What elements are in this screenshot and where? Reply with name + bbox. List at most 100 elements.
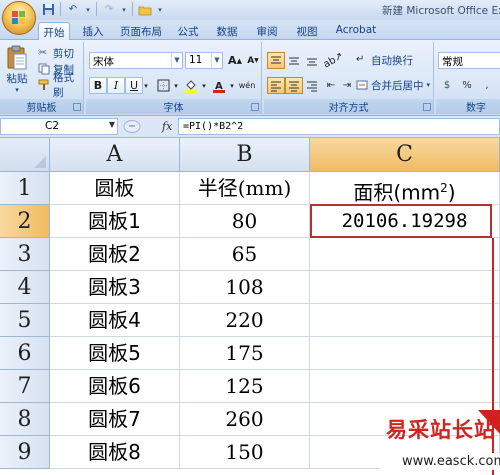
align-middle-button[interactable] xyxy=(285,52,303,69)
row-header-8[interactable]: 8 xyxy=(0,403,50,436)
grow-font-button[interactable]: A ▲ xyxy=(226,52,244,69)
clipboard-launcher-icon[interactable] xyxy=(73,103,81,111)
redo-dropdown-icon[interactable]: ▾ xyxy=(120,2,128,17)
format-painter-button[interactable]: 格式刷 xyxy=(38,72,83,99)
font-launcher-icon[interactable] xyxy=(251,103,259,111)
cut-button[interactable]: ✂ 剪切 xyxy=(38,46,74,60)
align-bottom-button[interactable] xyxy=(303,52,321,69)
undo-icon[interactable]: ↶ xyxy=(65,2,81,17)
cell-c6[interactable] xyxy=(310,337,500,370)
row-header-9[interactable]: 9 xyxy=(0,436,50,469)
font-name-select[interactable]: 宋体 ▼ xyxy=(89,52,183,69)
row-header-3[interactable]: 3 xyxy=(0,238,50,271)
redo-icon[interactable]: ↷ xyxy=(101,2,117,17)
underline-dropdown-icon[interactable]: ▾ xyxy=(142,77,150,94)
cell-b2[interactable]: 80 xyxy=(180,205,310,238)
cell-b1[interactable]: 半径(mm) xyxy=(180,172,310,205)
percent-style-button[interactable]: % xyxy=(458,77,476,94)
orientation-button[interactable]: ab↗ xyxy=(321,51,345,71)
cell-c1[interactable]: 面积(mm2) xyxy=(310,172,500,205)
tab-insert[interactable]: 插入 xyxy=(78,22,108,40)
cell-a6[interactable]: 圆板5 xyxy=(50,337,180,370)
tab-page-layout[interactable]: 页面布局 xyxy=(116,22,166,40)
align-center-button[interactable] xyxy=(285,77,303,94)
font-color-icon: A xyxy=(213,81,225,93)
title-bar: ↶ ▾ ↷ ▾ ▾ 新建 Microsoft Office Ex xyxy=(0,0,500,35)
office-button[interactable] xyxy=(2,1,36,35)
cell-b6[interactable]: 175 xyxy=(180,337,310,370)
phonetic-button[interactable]: wén xyxy=(238,77,256,94)
customize-qat-icon[interactable]: ▾ xyxy=(156,2,164,17)
font-size-select[interactable]: 11 ▼ xyxy=(185,52,223,69)
cell-a4[interactable]: 圆板3 xyxy=(50,271,180,304)
cell-b8[interactable]: 260 xyxy=(180,403,310,436)
row-header-7[interactable]: 7 xyxy=(0,370,50,403)
name-box[interactable]: C2 ▼ xyxy=(0,118,118,135)
accounting-format-button[interactable]: $ xyxy=(438,77,456,94)
font-color-dropdown-icon[interactable]: ▾ xyxy=(228,77,236,94)
insert-function-button[interactable]: fx xyxy=(162,120,172,133)
italic-button[interactable]: I xyxy=(107,77,125,94)
cell-b7[interactable]: 125 xyxy=(180,370,310,403)
bold-button[interactable]: B xyxy=(89,77,107,94)
cell-c3[interactable] xyxy=(310,238,500,271)
row-header-4[interactable]: 4 xyxy=(0,271,50,304)
wrap-text-button[interactable]: ↵ 自动换行 xyxy=(356,53,413,67)
fill-bucket-icon xyxy=(185,79,197,93)
cell-a5[interactable]: 圆板4 xyxy=(50,304,180,337)
column-header-b[interactable]: B xyxy=(180,138,310,172)
align-right-button[interactable] xyxy=(303,77,321,94)
cell-c5[interactable] xyxy=(310,304,500,337)
cell-c2[interactable]: 20106.19298 xyxy=(310,205,500,238)
cell-a9[interactable]: 圆板8 xyxy=(50,436,180,469)
cell-c7[interactable] xyxy=(310,370,500,403)
column-header-a[interactable]: A xyxy=(50,138,180,172)
cell-b3[interactable]: 65 xyxy=(180,238,310,271)
paste-button[interactable]: 粘贴 ▾ xyxy=(6,45,28,94)
cell-b4[interactable]: 108 xyxy=(180,271,310,304)
align-left-button[interactable] xyxy=(267,77,285,94)
font-color-button[interactable]: A xyxy=(210,77,228,94)
cell-a1[interactable]: 圆板 xyxy=(50,172,180,205)
area-header-close: ) xyxy=(447,180,456,205)
cell-b5[interactable]: 220 xyxy=(180,304,310,337)
row-header-2[interactable]: 2 xyxy=(0,205,50,238)
cell-a7[interactable]: 圆板6 xyxy=(50,370,180,403)
format-painter-label: 格式刷 xyxy=(53,72,74,99)
save-icon[interactable] xyxy=(40,2,56,17)
tab-acrobat[interactable]: Acrobat xyxy=(330,22,382,40)
align-right-icon xyxy=(307,81,317,91)
tab-review[interactable]: 审阅 xyxy=(252,22,282,40)
alignment-launcher-icon[interactable] xyxy=(423,103,431,111)
open-folder-icon[interactable] xyxy=(137,2,153,17)
tab-home[interactable]: 开始 xyxy=(38,22,70,40)
tab-view[interactable]: 视图 xyxy=(292,22,322,40)
cell-a2[interactable]: 圆板1 xyxy=(50,205,180,238)
fill-color-button[interactable] xyxy=(182,77,200,94)
comma-style-button[interactable]: , xyxy=(478,77,496,94)
align-top-button[interactable] xyxy=(267,52,285,69)
increase-indent-button[interactable]: ⇥ xyxy=(338,77,356,94)
number-format-select[interactable]: 常规 xyxy=(438,52,500,69)
borders-dropdown-icon[interactable]: ▾ xyxy=(172,77,180,94)
cell-a8[interactable]: 圆板7 xyxy=(50,403,180,436)
formula-input[interactable]: =PI()*B2^2 xyxy=(178,118,500,135)
area-header-base: 面积(mm xyxy=(353,180,441,205)
column-header-c[interactable]: C xyxy=(310,138,500,172)
select-all-button[interactable] xyxy=(0,138,50,172)
tab-data[interactable]: 数据 xyxy=(212,22,242,40)
row-header-6[interactable]: 6 xyxy=(0,337,50,370)
row-header-5[interactable]: 5 xyxy=(0,304,50,337)
tab-formulas[interactable]: 公式 xyxy=(174,22,202,40)
underline-button[interactable]: U xyxy=(125,77,143,94)
undo-dropdown-icon[interactable]: ▾ xyxy=(84,2,92,17)
fill-color-dropdown-icon[interactable]: ▾ xyxy=(200,77,208,94)
row-header-1[interactable]: 1 xyxy=(0,172,50,205)
merge-center-button[interactable]: 合并后居中 ▾ xyxy=(356,78,430,92)
cell-c4[interactable] xyxy=(310,271,500,304)
shrink-font-button[interactable]: A ▼ xyxy=(244,52,262,69)
cell-b9[interactable]: 150 xyxy=(180,436,310,469)
cell-a3[interactable]: 圆板2 xyxy=(50,238,180,271)
paste-dropdown-icon: ▾ xyxy=(15,86,19,94)
borders-button[interactable] xyxy=(154,77,172,94)
